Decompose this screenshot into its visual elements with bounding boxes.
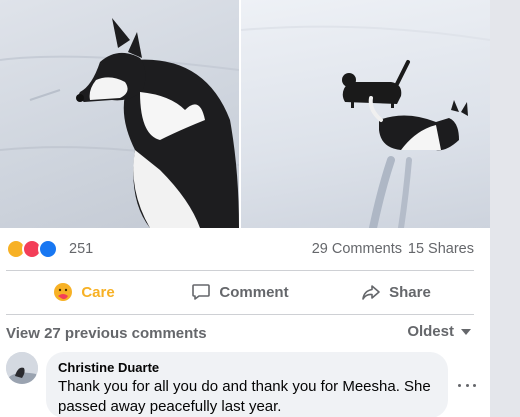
reaction-count[interactable]: 251 (69, 241, 93, 257)
like-emoji-icon (38, 239, 58, 259)
avatar[interactable] (6, 352, 38, 384)
dog-in-snow-image (0, 18, 239, 228)
comments-count-link[interactable]: 29 Comments (312, 241, 402, 257)
reactions-summary: 251 29 Comments 15 Shares (6, 238, 474, 262)
comment-icon (192, 284, 211, 300)
divider (6, 270, 474, 271)
comment: Christine Duarte Thank you for all you d… (6, 352, 476, 417)
page-background (490, 0, 520, 417)
share-label: Share (389, 283, 431, 301)
view-previous-comments-link[interactable]: View 27 previous comments (6, 325, 207, 342)
share-icon (362, 285, 380, 300)
shares-count-link[interactable]: 15 Shares (408, 241, 474, 257)
action-bar: Care Comment Share (6, 274, 474, 310)
avatar-photo-icon (6, 352, 38, 384)
comment-sort-label: Oldest (407, 323, 454, 340)
care-button[interactable]: Care (6, 274, 162, 310)
two-dogs-in-snow-photo[interactable] (241, 0, 490, 228)
share-button[interactable]: Share (318, 274, 474, 310)
post-card: 251 29 Comments 15 Shares Care Comment S… (0, 0, 490, 417)
dog-in-snow-photo[interactable] (0, 0, 239, 228)
comment-author-link[interactable]: Christine Duarte (58, 360, 436, 375)
comment-label: Comment (219, 283, 289, 301)
more-options-button[interactable] (458, 378, 476, 392)
care-label: Care (81, 283, 115, 301)
comments-header: View 27 previous comments Oldest (6, 322, 474, 344)
two-dogs-in-snow-image (241, 25, 490, 228)
divider (6, 314, 474, 315)
comment-button[interactable]: Comment (162, 274, 318, 310)
care-emoji-icon (54, 283, 73, 301)
comment-text: Thank you for all you do and thank you f… (58, 378, 431, 415)
reaction-icons[interactable] (6, 239, 66, 261)
comment-bubble: Christine Duarte Thank you for all you d… (46, 352, 448, 417)
caret-down-icon (461, 328, 471, 335)
comment-sort-dropdown[interactable]: Oldest (407, 323, 472, 340)
more-options-icon (458, 383, 461, 387)
